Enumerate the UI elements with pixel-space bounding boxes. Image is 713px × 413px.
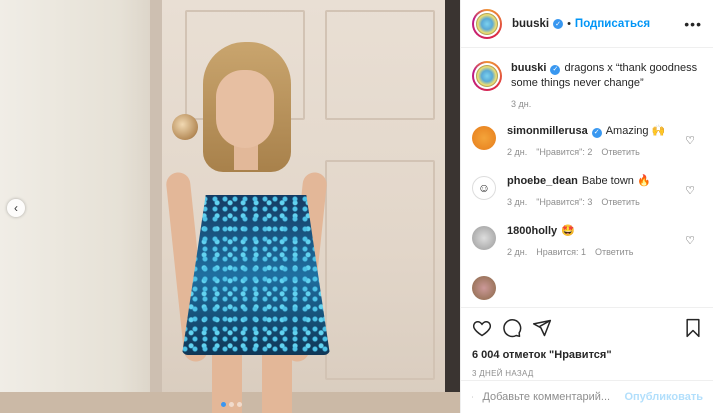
follow-button[interactable]: Подписаться xyxy=(575,18,650,30)
carousel-dot xyxy=(221,402,226,407)
comment-icon[interactable] xyxy=(502,318,522,338)
post-time: 3 ДНЕЙ НАЗАД xyxy=(472,369,534,378)
likes-count[interactable]: 6 004 отметок "Нравится" xyxy=(472,349,703,361)
comment-row xyxy=(472,274,703,300)
publish-button[interactable]: Опубликовать xyxy=(624,391,703,403)
more-options-icon[interactable]: ••• xyxy=(684,16,702,32)
comment-row: simonmillerusa ✓ Amazing 🙌 2 дн. "Нравится… xyxy=(472,124,703,160)
comment-likes-button[interactable]: Нравится: 1 xyxy=(536,245,586,260)
paper-plane-icon[interactable] xyxy=(532,318,552,338)
post-dialog: ‹ buuski ✓ • Подписаться ••• buuski ✓ drag… xyxy=(0,0,713,413)
carousel-prev-button[interactable]: ‹ xyxy=(7,199,25,217)
emoji-icon[interactable] xyxy=(472,387,474,407)
photo-edge xyxy=(445,0,460,413)
avatar-image xyxy=(476,12,498,35)
comment-username[interactable]: phoebe_dean xyxy=(507,175,578,187)
comment-reply-button[interactable]: Ответить xyxy=(601,195,639,210)
comment-text: 🤩 xyxy=(561,225,575,237)
photo-door-frame xyxy=(150,0,162,413)
comment-input[interactable] xyxy=(482,391,625,403)
comment-text: Amazing 🙌 xyxy=(605,125,666,137)
comment-username[interactable]: 1800holly xyxy=(507,225,557,237)
chevron-left-icon: ‹ xyxy=(14,201,18,215)
caption-row: buuski ✓ dragons x “thank goodness some th… xyxy=(472,61,703,112)
heart-icon[interactable] xyxy=(472,318,492,338)
comment-body: 1800holly 🤩 2 дн. Нравится: 1 Ответить xyxy=(507,224,633,260)
comment-body: simonmillerusa ✓ Amazing 🙌 2 дн. "Нравится… xyxy=(507,124,665,160)
heart-icon[interactable]: ♡ xyxy=(685,234,695,247)
action-icons xyxy=(472,316,703,340)
comment-meta: 2 дн. Нравится: 1 Ответить xyxy=(507,245,633,260)
avatar[interactable]: ☺ xyxy=(472,176,496,200)
carousel-dot xyxy=(237,402,242,407)
figure-leg xyxy=(262,345,292,413)
verified-icon: ✓ xyxy=(591,127,602,138)
comment-time: 2 дн. xyxy=(507,247,528,257)
comment-likes-button[interactable]: "Нравится": 3 xyxy=(536,195,592,210)
carousel-dot xyxy=(229,402,234,407)
caption-time: 3 дн. xyxy=(511,99,532,109)
heart-icon[interactable]: ♡ xyxy=(685,184,695,197)
comment-time: 3 дн. xyxy=(507,197,528,207)
post-sidebar: buuski ✓ • Подписаться ••• buuski ✓ dragon… xyxy=(460,0,713,413)
post-photo[interactable]: ‹ xyxy=(0,0,460,413)
comment-body: phoebe_dean Babe town 🔥 3 дн. "Нравится":… xyxy=(507,174,651,210)
comment-reply-button[interactable]: Ответить xyxy=(595,245,633,260)
separator-dot: • xyxy=(567,17,571,30)
door-knob xyxy=(172,114,198,140)
comment-username[interactable]: simonmillerusa xyxy=(507,125,588,137)
comments-list[interactable]: buuski ✓ dragons x “thank goodness some th… xyxy=(461,49,713,300)
post-actions: 6 004 отметок "Нравится" 3 ДНЕЙ НАЗАД xyxy=(461,307,713,378)
door-panel xyxy=(325,10,435,120)
figure-face xyxy=(216,70,274,148)
caption-body: buuski ✓ dragons x “thank goodness some th… xyxy=(511,61,703,112)
add-comment-bar: Опубликовать xyxy=(461,380,713,413)
avatar[interactable] xyxy=(472,126,496,150)
caption-username[interactable]: buuski xyxy=(511,62,546,74)
heart-icon[interactable]: ♡ xyxy=(685,134,695,147)
figure-dress xyxy=(182,195,330,355)
comment-row: ☺ phoebe_dean Babe town 🔥 3 дн. "Нравится… xyxy=(472,174,703,210)
post-header: buuski ✓ • Подписаться ••• xyxy=(461,0,713,48)
comment-row: 1800holly 🤩 2 дн. Нравится: 1 Ответить ♡ xyxy=(472,224,703,260)
comment-meta: 3 дн. "Нравится": 3 Ответить xyxy=(507,195,651,210)
verified-icon: ✓ xyxy=(550,64,561,75)
comment-likes-button[interactable]: "Нравится": 2 xyxy=(536,145,592,160)
avatar[interactable] xyxy=(472,226,496,250)
comment-reply-button[interactable]: Ответить xyxy=(601,145,639,160)
comment-time: 2 дн. xyxy=(507,147,528,157)
avatar-image xyxy=(476,65,498,87)
door-panel xyxy=(325,160,435,380)
bookmark-icon[interactable] xyxy=(683,318,703,338)
avatar[interactable] xyxy=(472,8,502,39)
comment-text: Babe town 🔥 xyxy=(581,175,651,187)
carousel-dots xyxy=(221,402,242,407)
verified-icon: ✓ xyxy=(553,18,564,29)
caption-meta: 3 дн. xyxy=(511,97,703,112)
avatar[interactable] xyxy=(472,61,502,91)
post-username[interactable]: buuski xyxy=(512,18,549,30)
avatar[interactable] xyxy=(472,276,496,300)
comment-meta: 2 дн. "Нравится": 2 Ответить xyxy=(507,145,665,160)
